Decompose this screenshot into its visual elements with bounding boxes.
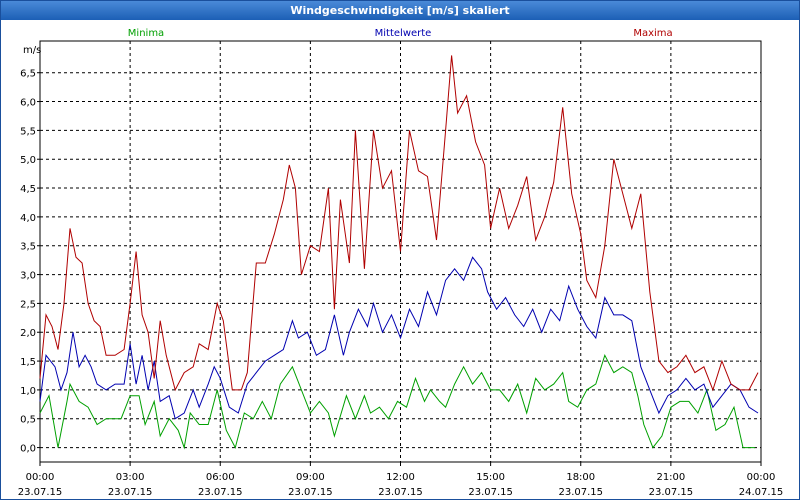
x-tick-time: 06:00 bbox=[206, 472, 235, 483]
legend-minima: Minima bbox=[128, 28, 164, 39]
x-axis-ticks: 00:00 23.07.15 03:00 23.07.15 06:00 23.07.15 0… bbox=[18, 462, 784, 498]
x-tick-date: 23.07.15 bbox=[378, 487, 423, 498]
y-axis-ticks: 0,0 0,5 1,0 1,5 2,0 2,5 3,0 3,5 4,0 4,5 5,0 5,5 6,0 6… bbox=[20, 69, 40, 455]
legend-maxima: Maxima bbox=[633, 28, 672, 39]
x-tick-time: 00:00 bbox=[747, 472, 776, 483]
x-tick-time: 00:00 bbox=[26, 472, 55, 483]
x-tick-date: 24.07.15 bbox=[739, 487, 784, 498]
x-tick-time: 18:00 bbox=[566, 472, 595, 483]
x-tick-date: 23.07.15 bbox=[468, 487, 513, 498]
y-tick-label: 3,5 bbox=[20, 242, 36, 253]
y-tick-label: 6,5 bbox=[20, 69, 36, 80]
y-tick-label: 1,5 bbox=[20, 357, 36, 368]
x-tick-date: 23.07.15 bbox=[288, 487, 333, 498]
x-tick-time: 03:00 bbox=[116, 472, 145, 483]
y-tick-label: 2,0 bbox=[20, 328, 36, 339]
y-tick-label: 3,0 bbox=[20, 271, 36, 282]
y-tick-label: 2,5 bbox=[20, 299, 36, 310]
x-tick-date: 23.07.15 bbox=[18, 487, 63, 498]
x-tick-date: 23.07.15 bbox=[108, 487, 153, 498]
y-tick-label: 0,0 bbox=[20, 444, 36, 455]
y-tick-label: 4,5 bbox=[20, 184, 36, 195]
x-tick-time: 09:00 bbox=[296, 472, 325, 483]
x-tick-date: 23.07.15 bbox=[558, 487, 603, 498]
legend-mittelwerte: Mittelwerte bbox=[375, 28, 432, 39]
y-tick-label: 5,5 bbox=[20, 126, 36, 137]
y-tick-label: 4,0 bbox=[20, 213, 36, 224]
x-tick-date: 23.07.15 bbox=[198, 487, 243, 498]
chart-window: Windgeschwindigkeit [m/s] skaliert 0,0 0,… bbox=[0, 0, 800, 500]
y-axis-label: m/s bbox=[23, 45, 41, 56]
y-tick-label: 6,0 bbox=[20, 98, 36, 109]
x-tick-time: 12:00 bbox=[386, 472, 415, 483]
y-tick-label: 5,0 bbox=[20, 155, 36, 166]
x-tick-date: 23.07.15 bbox=[649, 487, 694, 498]
line-chart: 0,0 0,5 1,0 1,5 2,0 2,5 3,0 3,5 4,0 4,5 5,0 5,5 6,0 6… bbox=[18, 28, 784, 498]
x-tick-time: 15:00 bbox=[476, 472, 505, 483]
y-tick-label: 1,0 bbox=[20, 386, 36, 397]
x-tick-time: 21:00 bbox=[656, 472, 685, 483]
legend: Minima Mittelwerte Maxima bbox=[128, 28, 673, 39]
y-tick-label: 0,5 bbox=[20, 415, 36, 426]
